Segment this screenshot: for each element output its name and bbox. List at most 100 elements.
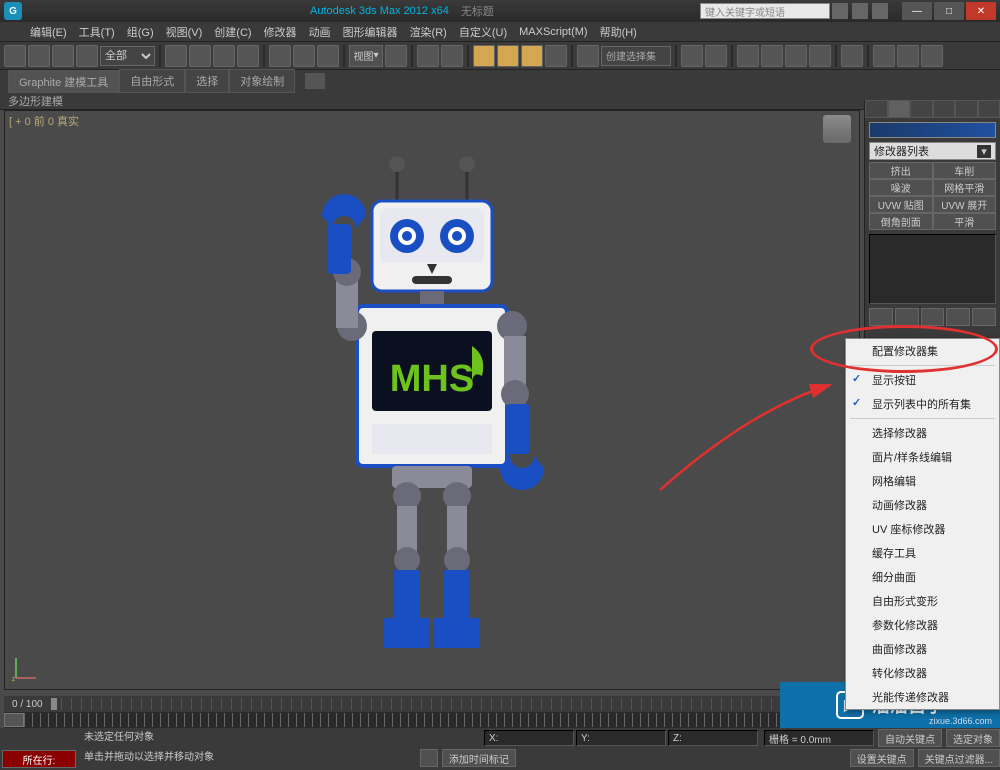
add-time-tag-button[interactable]: 添加时间标记	[442, 749, 516, 767]
scale-button[interactable]	[317, 45, 339, 67]
cm-show-all-sets[interactable]: 显示列表中的所有集	[846, 392, 999, 416]
info-icon[interactable]	[832, 3, 848, 19]
ribbon-tab-selection[interactable]: 选择	[185, 69, 229, 93]
selection-lock-dropdown[interactable]: 选定对象	[946, 729, 1000, 747]
menu-render[interactable]: 渲染(R)	[410, 24, 447, 40]
menu-customize[interactable]: 自定义(U)	[459, 24, 507, 40]
select-name-button[interactable]	[189, 45, 211, 67]
menu-maxscript[interactable]: MAXScript(M)	[519, 26, 587, 38]
window-crossing-button[interactable]	[237, 45, 259, 67]
modifier-list-dropdown[interactable]: 修改器列表▾	[869, 142, 996, 160]
modify-tab-icon[interactable]	[888, 100, 911, 118]
rotate-button[interactable]	[293, 45, 315, 67]
cm-radiosity-mods[interactable]: 光能传递修改器	[846, 685, 999, 709]
display-tab-icon[interactable]	[955, 100, 978, 118]
hierarchy-tab-icon[interactable]	[910, 100, 933, 118]
angle-snap-button[interactable]	[497, 45, 519, 67]
viewport[interactable]: [ + 0 前 0 真实 z MHS	[4, 110, 860, 690]
pin-stack-button[interactable]	[869, 308, 893, 326]
ribbon-tab-freeform[interactable]: 自由形式	[119, 69, 185, 93]
modifier-btn-noise[interactable]: 噪波	[869, 179, 933, 196]
undo-button[interactable]	[4, 45, 26, 67]
edit-selection-sets-button[interactable]	[577, 45, 599, 67]
menu-modifiers[interactable]: 修改器	[264, 24, 297, 40]
material-editor-button[interactable]	[841, 45, 863, 67]
modifier-btn-uvwunwrap[interactable]: UVW 展开	[933, 196, 997, 213]
cm-ffd[interactable]: 自由形式变形	[846, 589, 999, 613]
maximize-button[interactable]: □	[934, 2, 964, 20]
snap-toggle-button[interactable]	[473, 45, 495, 67]
keyboard-shortcut-button[interactable]	[441, 45, 463, 67]
coord-z-input[interactable]: Z:	[668, 730, 758, 746]
cm-conversion-mods[interactable]: 转化修改器	[846, 661, 999, 685]
cm-selection-mods[interactable]: 选择修改器	[846, 421, 999, 445]
link-button[interactable]	[52, 45, 74, 67]
modifier-btn-meshsmooth[interactable]: 网格平滑	[933, 179, 997, 196]
object-color-swatch[interactable]	[869, 122, 996, 138]
modifier-btn-lathe[interactable]: 车削	[933, 162, 997, 179]
show-end-result-button[interactable]	[895, 308, 919, 326]
cm-subdiv[interactable]: 细分曲面	[846, 565, 999, 589]
cm-configure-sets[interactable]: 配置修改器集	[846, 339, 999, 363]
schematic-view-button[interactable]	[809, 45, 831, 67]
coord-y-input[interactable]: Y:	[576, 730, 666, 746]
track-bar-handle[interactable]	[4, 713, 24, 727]
pivot-button[interactable]	[385, 45, 407, 67]
lock-icon[interactable]	[420, 749, 438, 767]
ribbon-tab-graphite[interactable]: Graphite 建模工具	[8, 70, 119, 93]
make-unique-button[interactable]	[921, 308, 945, 326]
move-button[interactable]	[269, 45, 291, 67]
rendered-frame-button[interactable]	[897, 45, 919, 67]
motion-tab-icon[interactable]	[933, 100, 956, 118]
track-bar[interactable]	[4, 712, 860, 728]
ribbon-minimize-icon[interactable]	[305, 73, 325, 89]
manipulate-button[interactable]	[417, 45, 439, 67]
track-bar-ticks[interactable]	[24, 713, 860, 727]
menu-edit[interactable]: 编辑(E)	[30, 24, 67, 40]
cm-patch-spline[interactable]: 面片/样条线编辑	[846, 445, 999, 469]
select-region-button[interactable]	[213, 45, 235, 67]
render-production-button[interactable]	[921, 45, 943, 67]
coord-x-input[interactable]: X:	[484, 730, 574, 746]
modifier-btn-smooth[interactable]: 平滑	[933, 213, 997, 230]
modifier-btn-uvwmap[interactable]: UVW 贴图	[869, 196, 933, 213]
cm-mesh-edit[interactable]: 网格编辑	[846, 469, 999, 493]
layer-manager-button[interactable]	[737, 45, 759, 67]
align-button[interactable]	[705, 45, 727, 67]
utilities-tab-icon[interactable]	[978, 100, 1000, 118]
app-icon[interactable]: G	[4, 2, 22, 20]
set-key-button[interactable]: 设置关键点	[850, 749, 914, 767]
render-setup-button[interactable]	[873, 45, 895, 67]
remove-modifier-button[interactable]	[946, 308, 970, 326]
menu-group[interactable]: 组(G)	[127, 24, 154, 40]
view-cube[interactable]	[823, 115, 851, 143]
modifier-btn-bevel[interactable]: 倒角剖面	[869, 213, 933, 230]
ribbon-subpanel[interactable]: 多边形建模	[0, 92, 1000, 110]
viewport-label[interactable]: [ + 0 前 0 真实	[9, 113, 79, 129]
cm-cache-tools[interactable]: 缓存工具	[846, 541, 999, 565]
help-search-input[interactable]: 键入关键字或短语	[700, 3, 830, 19]
menu-help[interactable]: 帮助(H)	[600, 24, 637, 40]
cm-uv-mods[interactable]: UV 座标修改器	[846, 517, 999, 541]
configure-sets-button[interactable]	[972, 308, 996, 326]
graphite-toggle-button[interactable]	[761, 45, 783, 67]
cm-anim-mods[interactable]: 动画修改器	[846, 493, 999, 517]
menu-graph-editor[interactable]: 图形编辑器	[343, 24, 398, 40]
redo-button[interactable]	[28, 45, 50, 67]
menu-create[interactable]: 创建(C)	[214, 24, 251, 40]
minimize-button[interactable]: —	[902, 2, 932, 20]
cm-surface-mods[interactable]: 曲面修改器	[846, 637, 999, 661]
select-button[interactable]	[165, 45, 187, 67]
ribbon-tab-paint[interactable]: 对象绘制	[229, 69, 295, 93]
menu-animation[interactable]: 动画	[309, 24, 331, 40]
spinner-snap-button[interactable]	[545, 45, 567, 67]
key-filters-button[interactable]: 关键点过滤器...	[918, 749, 1000, 767]
curve-editor-button[interactable]	[785, 45, 807, 67]
menu-tools[interactable]: 工具(T)	[79, 24, 115, 40]
named-selection-dropdown[interactable]: 创建选择集	[601, 46, 671, 66]
unlink-button[interactable]	[76, 45, 98, 67]
maxscript-line-button[interactable]: 所在行:	[2, 750, 76, 768]
time-slider[interactable]: 0 / 100	[4, 696, 860, 712]
menu-view[interactable]: 视图(V)	[166, 24, 203, 40]
favorites-icon[interactable]	[872, 3, 888, 19]
